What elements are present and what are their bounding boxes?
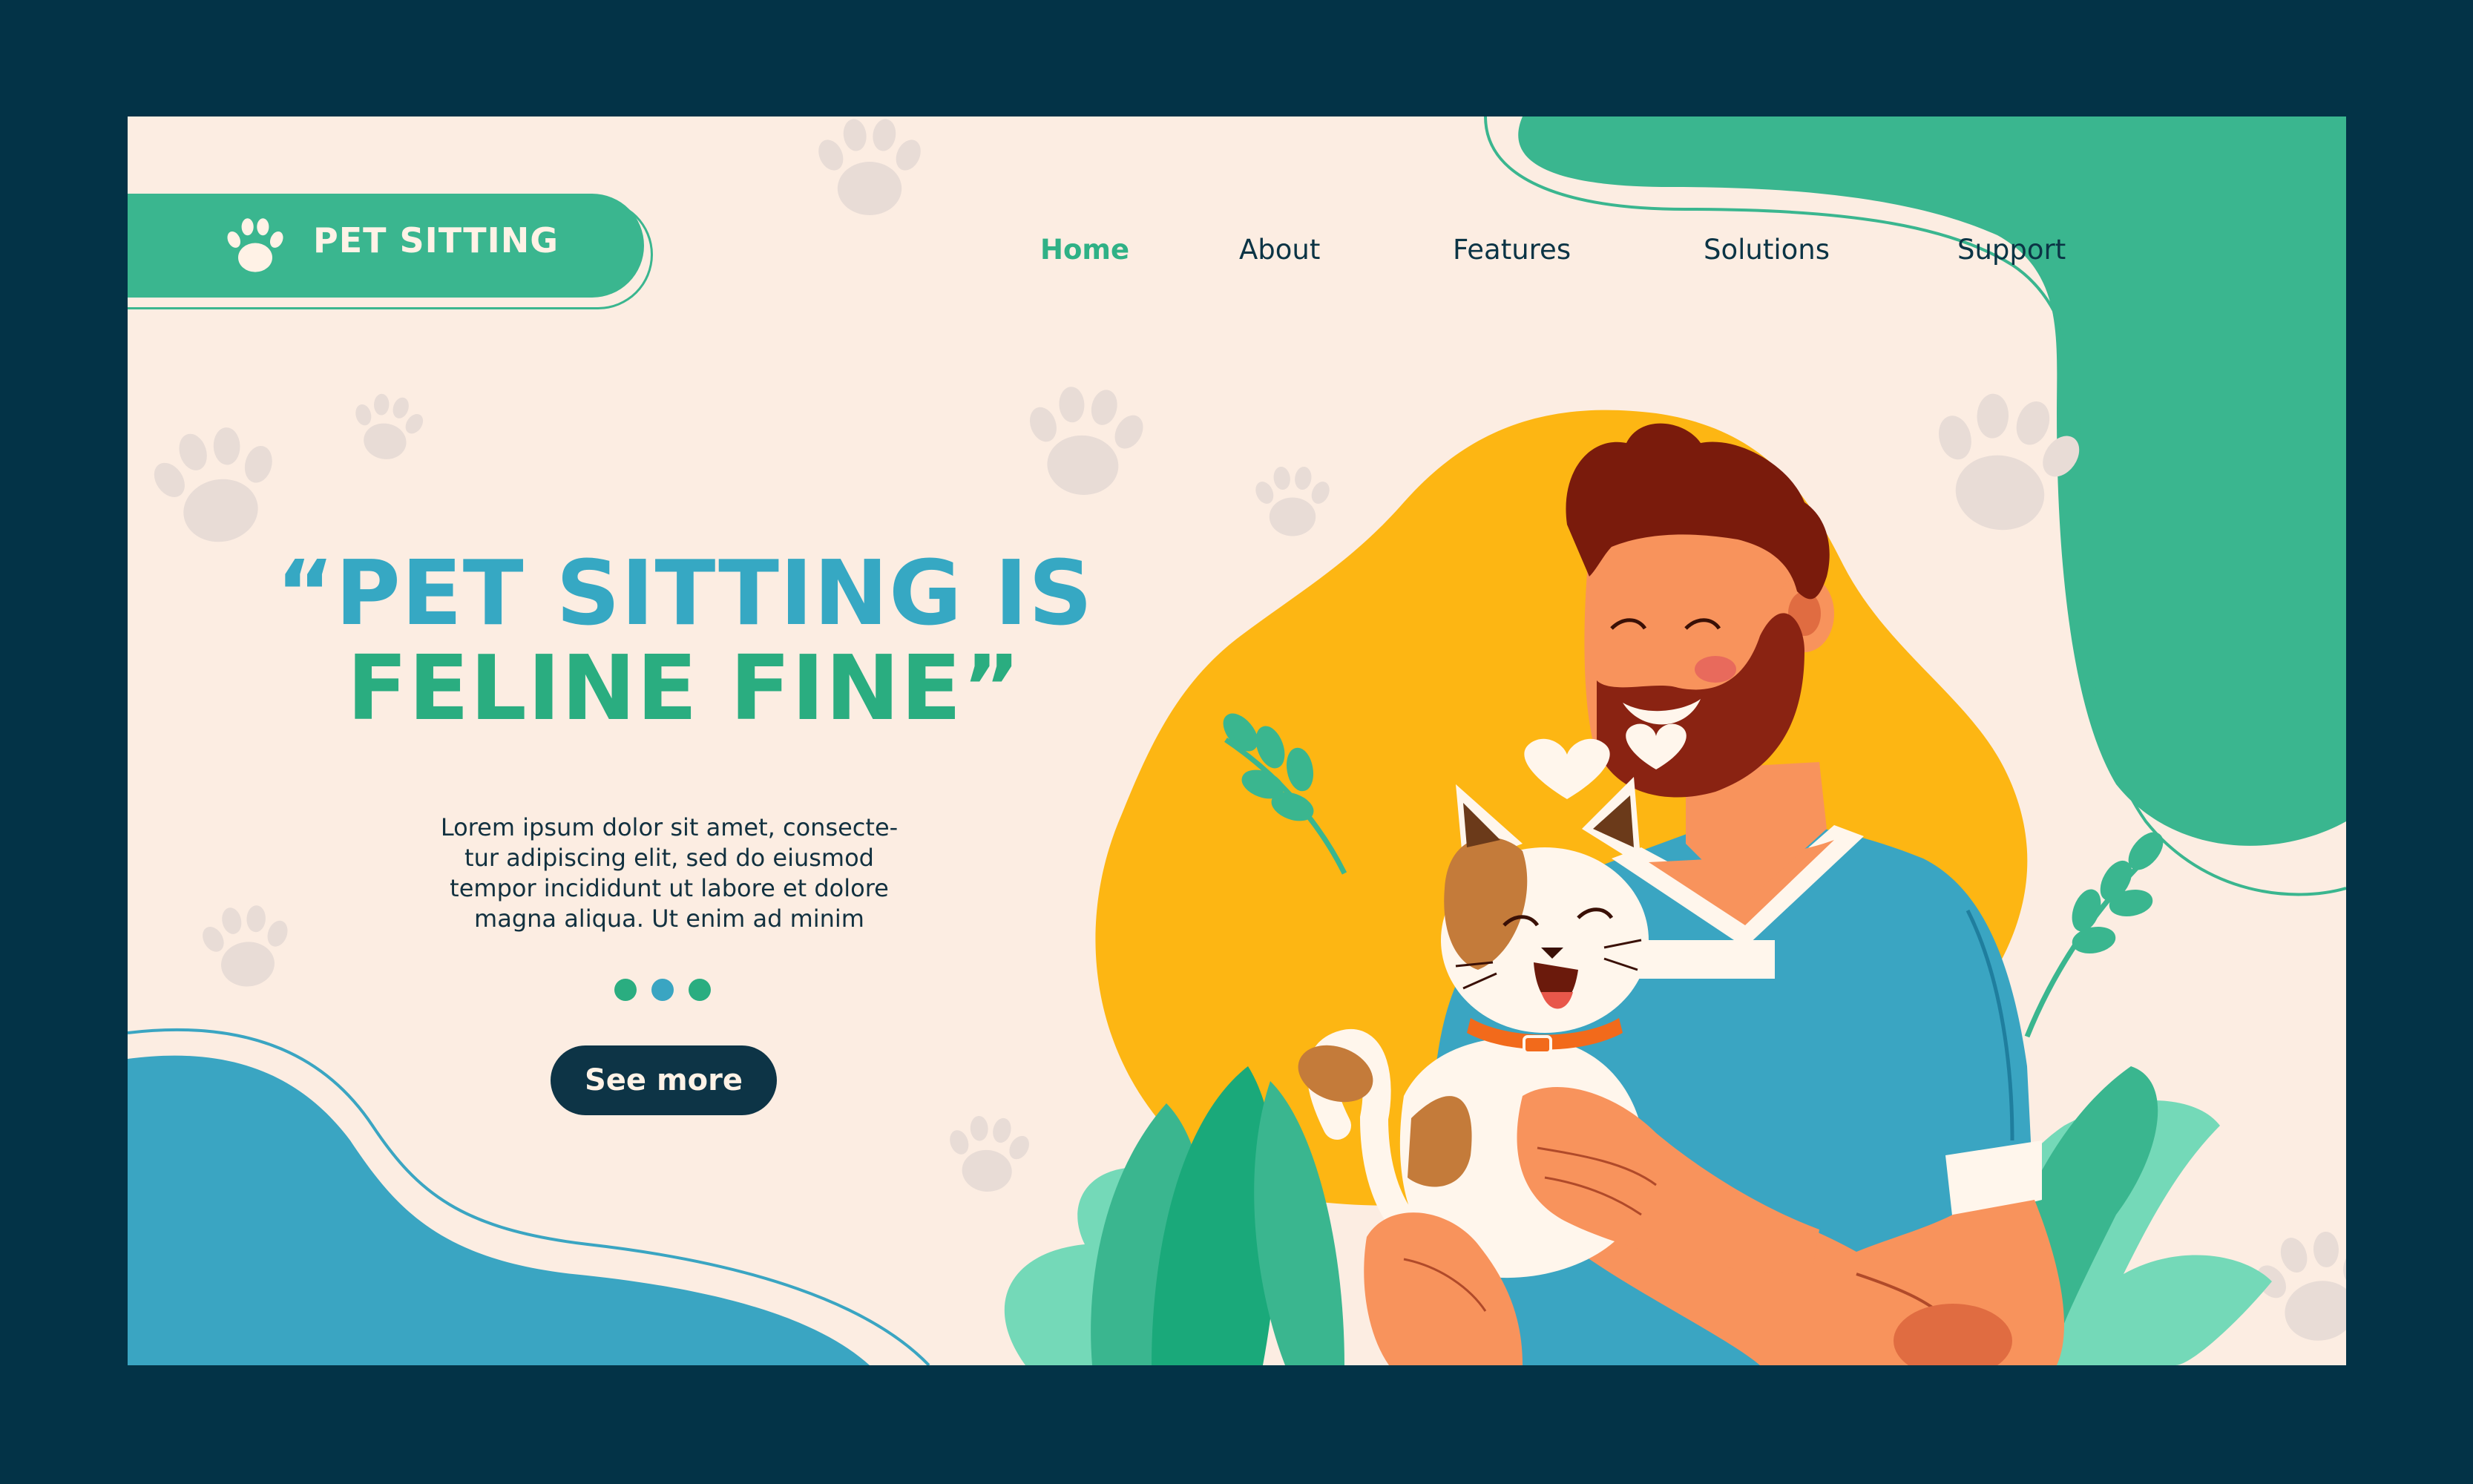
branch-right [2024,832,2164,1038]
landing-page: PET SITTING Home About Features Solution… [128,116,2346,1365]
vet-with-cat-illustration [1004,410,2272,1365]
